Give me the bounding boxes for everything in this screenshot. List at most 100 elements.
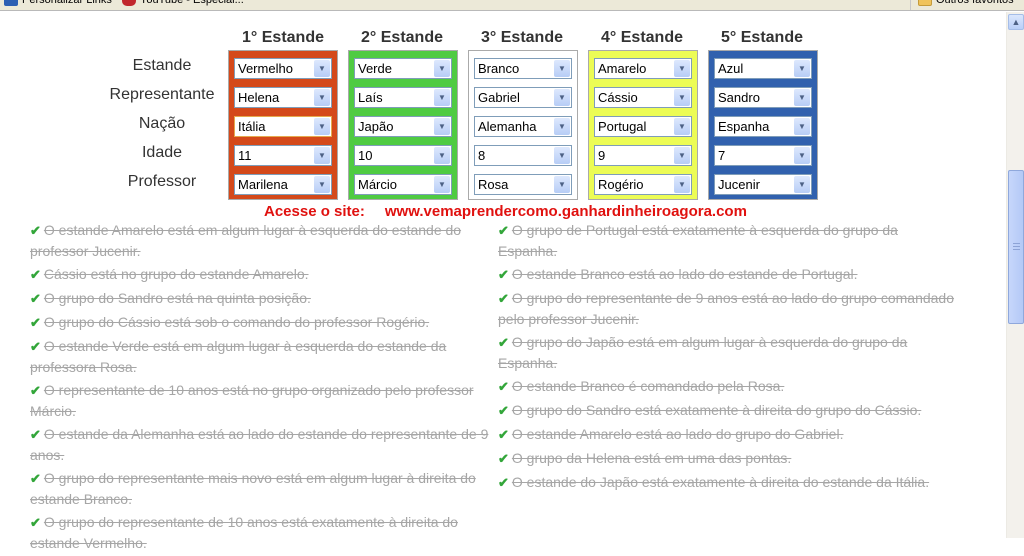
select-value: Japão — [358, 119, 394, 134]
scroll-thumb[interactable] — [1008, 170, 1024, 324]
select-value: 7 — [718, 148, 726, 163]
vertical-scrollbar[interactable]: ▲ — [1006, 12, 1024, 538]
chevron-down-icon[interactable]: ▼ — [674, 60, 690, 77]
clue-text: O representante de 10 anos está no grupo… — [30, 382, 474, 419]
select-representante-stand-1[interactable]: Helena ▼ — [234, 87, 332, 108]
select-value: Espanha — [718, 119, 770, 134]
select-value: Cássio — [598, 90, 638, 105]
chevron-down-icon[interactable]: ▼ — [554, 60, 570, 77]
checkmark-icon: ✔ — [30, 291, 41, 306]
select-idade-stand-1[interactable]: 11 ▼ — [234, 145, 332, 166]
select-value: Verde — [358, 61, 392, 76]
bookmark-outros-favoritos[interactable]: Outros favoritos — [918, 0, 1014, 6]
stand-column-5: Azul ▼ Sandro ▼ Espanha ▼ 7 ▼ Jucenir ▼ — [708, 50, 818, 200]
select-representante-stand-3[interactable]: Gabriel ▼ — [474, 87, 572, 108]
promo-url-link[interactable]: www.vemaprendercomo.ganhardinheiroagora.… — [385, 203, 747, 220]
chevron-down-icon[interactable]: ▼ — [554, 147, 570, 164]
select-professor-stand-4[interactable]: Rogério ▼ — [594, 174, 692, 195]
chevron-down-icon[interactable]: ▼ — [434, 118, 450, 135]
select-nacao-stand-2[interactable]: Japão ▼ — [354, 116, 452, 137]
select-idade-stand-4[interactable]: 9 ▼ — [594, 145, 692, 166]
page-content: 1° Estande 2° Estande 3° Estande 4° Esta… — [0, 12, 1006, 551]
checkmark-icon: ✔ — [498, 403, 509, 418]
bookmarks-divider — [910, 0, 911, 10]
select-estande-stand-5[interactable]: Azul ▼ — [714, 58, 812, 79]
clues-right-column: ✔ O grupo de Portugal está exatamente à e… — [498, 220, 958, 496]
chevron-down-icon[interactable]: ▼ — [434, 147, 450, 164]
chevron-down-icon[interactable]: ▼ — [794, 147, 810, 164]
chevron-down-icon[interactable]: ▼ — [554, 89, 570, 106]
row-label-nacao: Nação — [138, 115, 186, 132]
chevron-down-icon[interactable]: ▼ — [674, 89, 690, 106]
clue-text: O estande Verde está em algum lugar à es… — [30, 338, 447, 375]
chevron-down-icon[interactable]: ▼ — [794, 118, 810, 135]
clue-item: ✔ O grupo do Japão está em algum lugar à … — [498, 332, 958, 373]
chevron-down-icon[interactable]: ▼ — [314, 118, 330, 135]
chevron-down-icon[interactable]: ▼ — [434, 176, 450, 193]
select-professor-stand-3[interactable]: Rosa ▼ — [474, 174, 572, 195]
select-value: 10 — [358, 148, 373, 163]
scroll-up-arrow-icon[interactable]: ▲ — [1008, 14, 1024, 30]
chevron-down-icon[interactable]: ▼ — [794, 60, 810, 77]
select-representante-stand-5[interactable]: Sandro ▼ — [714, 87, 812, 108]
select-representante-stand-4[interactable]: Cássio ▼ — [594, 87, 692, 108]
clue-text: O grupo do Sandro está na quinta posição… — [43, 290, 311, 306]
clue-item: ✔ O grupo do representante de 10 anos est… — [30, 512, 500, 553]
chevron-down-icon[interactable]: ▼ — [314, 147, 330, 164]
checkmark-icon: ✔ — [498, 335, 509, 350]
select-estande-stand-3[interactable]: Branco ▼ — [474, 58, 572, 79]
select-estande-stand-4[interactable]: Amarelo ▼ — [594, 58, 692, 79]
folder-icon — [918, 0, 932, 6]
chevron-down-icon[interactable]: ▼ — [794, 89, 810, 106]
checkmark-icon: ✔ — [498, 223, 509, 238]
clue-item: ✔ O grupo do representante mais novo está… — [30, 468, 500, 509]
select-nacao-stand-4[interactable]: Portugal ▼ — [594, 116, 692, 137]
checkmark-icon: ✔ — [30, 383, 41, 398]
select-professor-stand-5[interactable]: Jucenir ▼ — [714, 174, 812, 195]
select-value: 9 — [598, 148, 606, 163]
select-nacao-stand-3[interactable]: Alemanha ▼ — [474, 116, 572, 137]
chevron-down-icon[interactable]: ▼ — [674, 147, 690, 164]
clue-text: O estande Branco é comandado pela Rosa. — [511, 378, 785, 394]
checkmark-icon: ✔ — [30, 339, 41, 354]
select-professor-stand-2[interactable]: Márcio ▼ — [354, 174, 452, 195]
chevron-down-icon[interactable]: ▼ — [554, 118, 570, 135]
grip-icon — [1013, 243, 1020, 250]
chevron-down-icon[interactable]: ▼ — [434, 60, 450, 77]
clue-text: O grupo da Helena está em uma das pontas… — [511, 450, 792, 466]
chevron-down-icon[interactable]: ▼ — [314, 89, 330, 106]
select-value: Jucenir — [718, 177, 760, 192]
select-estande-stand-2[interactable]: Verde ▼ — [354, 58, 452, 79]
select-idade-stand-3[interactable]: 8 ▼ — [474, 145, 572, 166]
chevron-down-icon[interactable]: ▼ — [674, 118, 690, 135]
clue-text: O estande do Japão está exatamente à dir… — [511, 474, 930, 490]
promo-line: Acesse o site: www.vemaprendercomo.ganhar… — [264, 203, 747, 220]
checkmark-icon: ✔ — [498, 267, 509, 282]
clue-text: O grupo do Sandro está exatamente à dire… — [511, 402, 922, 418]
select-value: Marilena — [238, 177, 288, 192]
select-representante-stand-2[interactable]: Laís ▼ — [354, 87, 452, 108]
chevron-down-icon[interactable]: ▼ — [314, 60, 330, 77]
clue-item: ✔ O grupo do Sandro está exatamente à dir… — [498, 400, 958, 421]
select-value: Gabriel — [478, 90, 520, 105]
clue-text: O grupo do Japão está em algum lugar à e… — [498, 334, 908, 371]
checkmark-icon: ✔ — [30, 315, 41, 330]
select-idade-stand-5[interactable]: 7 ▼ — [714, 145, 812, 166]
select-nacao-stand-1[interactable]: Itália ▼ — [234, 116, 332, 137]
bookmark-youtube[interactable]: YouTube - Especial... — [122, 0, 244, 6]
chevron-down-icon[interactable]: ▼ — [314, 176, 330, 193]
select-nacao-stand-5[interactable]: Espanha ▼ — [714, 116, 812, 137]
chevron-down-icon[interactable]: ▼ — [794, 176, 810, 193]
select-professor-stand-1[interactable]: Marilena ▼ — [234, 174, 332, 195]
select-idade-stand-2[interactable]: 10 ▼ — [354, 145, 452, 166]
checkmark-icon: ✔ — [30, 267, 41, 282]
select-value: Rosa — [478, 177, 509, 192]
chevron-down-icon[interactable]: ▼ — [554, 176, 570, 193]
chevron-down-icon[interactable]: ▼ — [434, 89, 450, 106]
select-value: Itália — [238, 119, 266, 134]
checkmark-icon: ✔ — [30, 515, 41, 530]
bookmark-personalizar-links[interactable]: Personalizar Links — [4, 0, 112, 6]
checkmark-icon: ✔ — [30, 223, 41, 238]
select-estande-stand-1[interactable]: Vermelho ▼ — [234, 58, 332, 79]
chevron-down-icon[interactable]: ▼ — [674, 176, 690, 193]
